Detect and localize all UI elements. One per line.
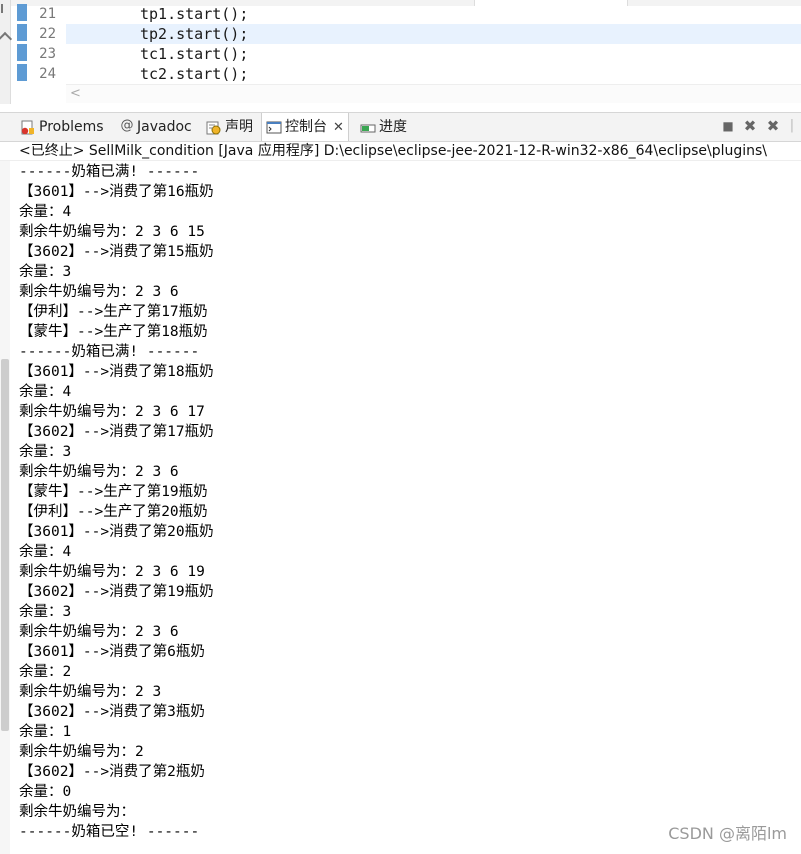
console-line: 余量：1 <box>19 724 72 740</box>
tab-declaration[interactable]: 声明 <box>206 113 253 141</box>
console-icon <box>266 118 282 134</box>
console-line: 【3602】-->消费了第17瓶奶 <box>19 424 214 440</box>
scroll-left-icon[interactable]: < <box>70 85 81 103</box>
line-number: 24 <box>39 66 56 82</box>
console-line: 剩余牛奶编号为：2 3 <box>19 684 162 700</box>
tab-console[interactable]: 控制台 ✕ <box>261 113 349 141</box>
vertical-scrollbar[interactable] <box>0 161 10 854</box>
progress-icon <box>360 118 376 134</box>
problems-icon <box>20 118 36 135</box>
tab-progress[interactable]: 进度 <box>360 113 407 141</box>
console-line: 【3601】-->消费了第16瓶奶 <box>19 184 214 200</box>
console-line: 【3601】-->消费了第20瓶奶 <box>19 524 214 540</box>
console-line: ------奶箱已满! ------ <box>19 344 200 360</box>
console-line: 【3601】-->消费了第6瓶奶 <box>19 644 205 660</box>
scrollbar-thumb[interactable] <box>1 359 9 731</box>
toolbar-separator: | <box>789 118 795 133</box>
code-editor[interactable]: 21 tp1.start(); 22 tp2.start(); 23 tc1.s… <box>0 0 801 104</box>
console-line: 余量：4 <box>19 204 72 220</box>
console-output[interactable]: ------奶箱已满! ------ 【3601】-->消费了第16瓶奶 余量：4 剩… <box>0 161 801 854</box>
terminate-button[interactable]: ■ <box>719 117 737 135</box>
console-line: 余量：3 <box>19 444 72 460</box>
console-line: 剩余牛奶编号为：2 3 6 <box>19 464 179 480</box>
code-text[interactable]: tp1.start(); <box>140 4 248 24</box>
console-line: 剩余牛奶编号为：2 3 6 15 <box>19 224 205 240</box>
tab-label: 控制台 <box>285 119 327 135</box>
horizontal-scrollbar[interactable]: < <box>66 84 801 103</box>
console-line: 余量：3 <box>19 604 72 620</box>
console-line: 【伊利】-->生产了第17瓶奶 <box>19 304 208 320</box>
console-line: 余量：4 <box>19 384 72 400</box>
watermark: CSDN @离陌lm <box>668 824 787 843</box>
remove-launch-button[interactable]: ✖ <box>741 117 759 135</box>
code-line[interactable]: 22 tp2.start(); <box>0 24 801 44</box>
console-line: 【蒙牛】-->生产了第18瓶奶 <box>19 324 208 340</box>
console-line: 剩余牛奶编号为：2 3 6 17 <box>19 404 205 420</box>
code-line[interactable]: 21 tp1.start(); <box>0 4 801 24</box>
at-icon: @ <box>120 118 134 133</box>
tab-label: 进度 <box>379 119 407 135</box>
console-line: 【伊利】-->生产了第20瓶奶 <box>19 504 208 520</box>
tab-label: 声明 <box>225 119 253 135</box>
line-number: 22 <box>39 26 56 42</box>
console-line: 余量：0 <box>19 784 72 800</box>
code-line[interactable]: 24 tc2.start(); <box>0 64 801 84</box>
remove-all-terminated-button[interactable]: ✖ <box>764 117 782 135</box>
console-line: ------奶箱已空! ------ <box>19 824 200 840</box>
console-line: 余量：3 <box>19 264 72 280</box>
console-line: 余量：2 <box>19 664 72 680</box>
console-line: 【3602】-->消费了第2瓶奶 <box>19 764 205 780</box>
console-line: 剩余牛奶编号为：2 3 6 19 <box>19 564 205 580</box>
console-line: ------奶箱已满! ------ <box>19 164 200 180</box>
console-line: 【3602】-->消费了第3瓶奶 <box>19 704 205 720</box>
tab-javadoc[interactable]: @ Javadoc <box>120 113 192 141</box>
code-line[interactable]: 23 tc1.start(); <box>0 44 801 64</box>
console-line: 余量：4 <box>19 544 72 560</box>
view-tab-bar: Problems @ Javadoc 声明 控制台 ✕ 进度 ■ ✖ ✖ | <box>0 112 801 142</box>
console-line: 剩余牛奶编号为：2 3 6 <box>19 284 179 300</box>
console-line: 【3601】-->消费了第18瓶奶 <box>19 364 214 380</box>
console-line: 【3602】-->消费了第15瓶奶 <box>19 244 214 260</box>
close-icon[interactable]: ✕ <box>333 120 344 135</box>
console-line: 【蒙牛】-->生产了第19瓶奶 <box>19 484 208 500</box>
tab-label: Javadoc <box>137 119 192 135</box>
tab-label: Problems <box>39 119 104 135</box>
code-text[interactable]: tc1.start(); <box>140 44 248 64</box>
tab-problems[interactable]: Problems <box>20 113 104 141</box>
line-number: 21 <box>39 6 56 22</box>
code-text[interactable]: tp2.start(); <box>140 24 248 44</box>
console-line: 【3602】-->消费了第19瓶奶 <box>19 584 214 600</box>
console-process-label: <已终止> SellMilk_condition [Java 应用程序] D:\… <box>0 141 801 161</box>
declaration-icon <box>206 118 222 135</box>
console-line: 剩余牛奶编号为：2 3 6 <box>19 624 179 640</box>
console-lines: ------奶箱已满! ------ 【3601】-->消费了第16瓶奶 余量：4 剩… <box>19 162 214 842</box>
console-line: 剩余牛奶编号为： <box>19 804 135 820</box>
console-line: 剩余牛奶编号为：2 <box>19 744 144 760</box>
line-number: 23 <box>39 46 56 62</box>
code-text[interactable]: tc2.start(); <box>140 64 248 84</box>
